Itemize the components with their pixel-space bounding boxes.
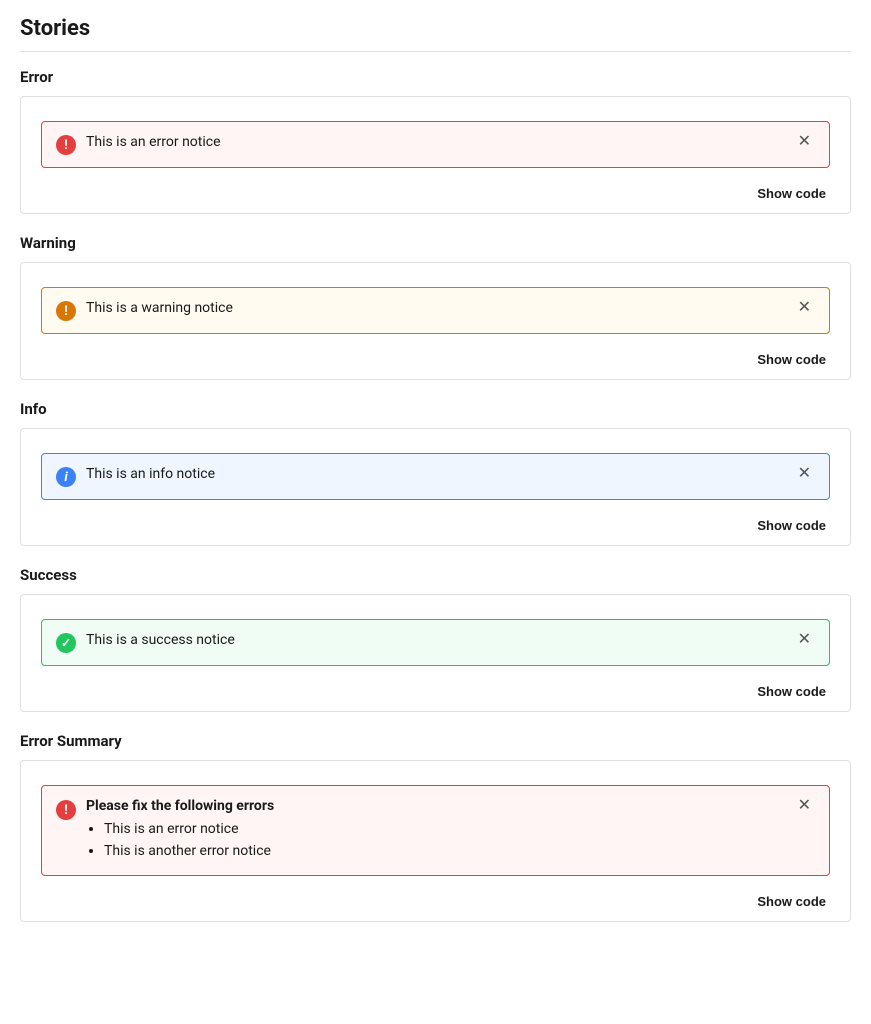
notice-error-summary: Please fix the following errors This is … <box>41 785 830 876</box>
section-success: Success This is a success notice ✕ Show … <box>20 566 851 712</box>
section-info: Info This is an info notice ✕ Show code <box>20 400 851 546</box>
show-code-button-error[interactable]: Show code <box>753 184 830 203</box>
section-title-warning: Warning <box>20 234 851 252</box>
section-title-error-summary: Error Summary <box>20 732 851 750</box>
success-notice-text: This is a success notice <box>86 632 784 648</box>
warning-icon <box>56 301 76 321</box>
section-title-error: Error <box>20 68 851 86</box>
info-notice-text: This is an info notice <box>86 466 784 482</box>
success-close-button[interactable]: ✕ <box>794 632 815 648</box>
story-box-info: This is an info notice ✕ Show code <box>20 428 851 546</box>
section-title-info: Info <box>20 400 851 418</box>
error-summary-heading: Please fix the following errors <box>86 798 784 814</box>
show-code-row-success: Show code <box>41 674 830 701</box>
show-code-button-warning[interactable]: Show code <box>753 350 830 369</box>
section-title-success: Success <box>20 566 851 584</box>
show-code-row-warning: Show code <box>41 342 830 369</box>
show-code-row-info: Show code <box>41 508 830 535</box>
error-summary-close-button[interactable]: ✕ <box>794 798 815 814</box>
notice-success: This is a success notice ✕ <box>41 619 830 666</box>
notice-info: This is an info notice ✕ <box>41 453 830 500</box>
warning-notice-text: This is a warning notice <box>86 300 784 316</box>
info-icon <box>56 467 76 487</box>
show-code-button-success[interactable]: Show code <box>753 682 830 701</box>
story-box-error-summary: Please fix the following errors This is … <box>20 760 851 922</box>
section-error: Error This is an error notice ✕ Show cod… <box>20 68 851 214</box>
show-code-button-info[interactable]: Show code <box>753 516 830 535</box>
error-summary-content: Please fix the following errors This is … <box>86 798 784 863</box>
section-warning: Warning This is a warning notice ✕ Show … <box>20 234 851 380</box>
warning-close-button[interactable]: ✕ <box>794 300 815 316</box>
show-code-button-error-summary[interactable]: Show code <box>753 892 830 911</box>
list-item: This is an error notice <box>104 818 784 840</box>
page-container: Stories Error This is an error notice ✕ … <box>0 0 871 958</box>
error-summary-icon <box>56 800 76 820</box>
notice-error: This is an error notice ✕ <box>41 121 830 168</box>
list-item: This is another error notice <box>104 840 784 862</box>
error-close-button[interactable]: ✕ <box>794 134 815 150</box>
notice-warning: This is a warning notice ✕ <box>41 287 830 334</box>
story-box-success: This is a success notice ✕ Show code <box>20 594 851 712</box>
info-close-button[interactable]: ✕ <box>794 466 815 482</box>
story-box-error: This is an error notice ✕ Show code <box>20 96 851 214</box>
section-error-summary: Error Summary Please fix the following e… <box>20 732 851 922</box>
error-icon <box>56 135 76 155</box>
error-summary-list: This is an error notice This is another … <box>104 818 784 863</box>
story-box-warning: This is a warning notice ✕ Show code <box>20 262 851 380</box>
show-code-row-error: Show code <box>41 176 830 203</box>
error-notice-text: This is an error notice <box>86 134 784 150</box>
page-title: Stories <box>20 16 851 52</box>
show-code-row-error-summary: Show code <box>41 884 830 911</box>
success-icon <box>56 633 76 653</box>
